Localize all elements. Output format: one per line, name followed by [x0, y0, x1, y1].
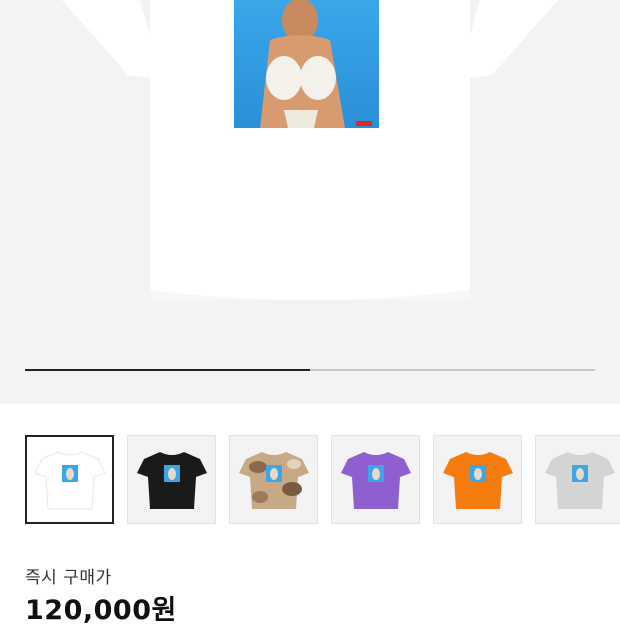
thumbnail-orange[interactable] — [433, 435, 522, 524]
thumbnail-camo[interactable] — [229, 435, 318, 524]
thumbnail-black-shirt-image — [136, 451, 207, 509]
thumbnail-camo-shirt-image — [238, 451, 309, 509]
thumbnail-white[interactable] — [25, 435, 114, 524]
thumbnail-orange-shirt-image — [442, 451, 513, 509]
thumbnail-grey-shirt-image — [544, 451, 615, 509]
thumbnail-white-shirt-image — [33, 450, 106, 509]
thumbnail-black[interactable] — [127, 435, 216, 524]
price-label: 즉시 구매가 — [25, 568, 112, 588]
thumbnail-purple-shirt-image — [340, 451, 411, 509]
product-hero-image — [62, 0, 558, 300]
image-progress-bar — [25, 369, 595, 371]
price-value: 120,000원 — [25, 595, 177, 626]
color-variant-thumbnails — [25, 435, 620, 525]
image-progress-indicator — [25, 369, 310, 371]
thumbnail-purple[interactable] — [331, 435, 420, 524]
thumbnail-grey[interactable] — [535, 435, 620, 524]
product-image-carousel[interactable] — [0, 0, 620, 404]
